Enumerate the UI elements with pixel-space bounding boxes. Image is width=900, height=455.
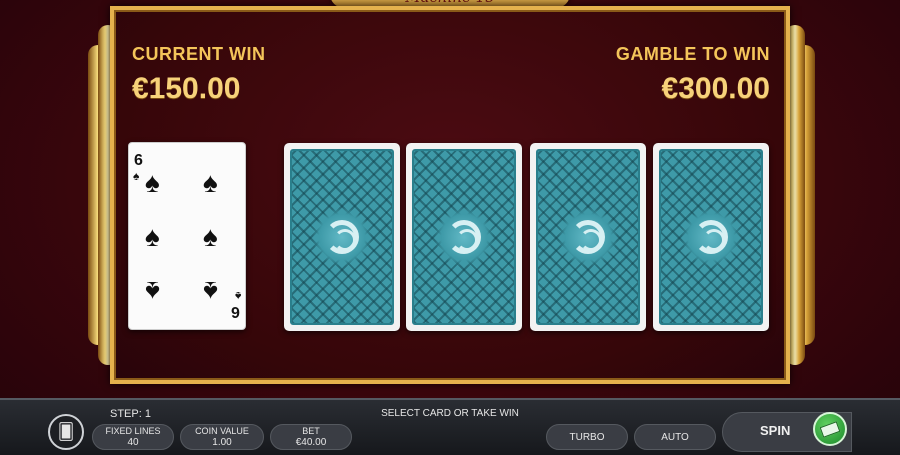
- spade-pip: ♠: [203, 167, 218, 198]
- spade-pip: ♠: [145, 276, 160, 307]
- current-win-label: CURRENT WIN: [132, 44, 266, 64]
- spade-pip: ♠: [203, 221, 218, 252]
- card-rank-bottom: 6: [231, 303, 240, 320]
- gamble-to-win-label: GAMBLE TO WIN: [615, 44, 770, 64]
- coin-value-value: 1.00: [212, 437, 232, 448]
- card-back-1[interactable]: [284, 143, 400, 331]
- spin-label: SPIN: [760, 423, 791, 438]
- card-back-2[interactable]: [406, 143, 522, 331]
- logo-emblem-icon: [559, 208, 617, 266]
- card-suit-bottom: ♠: [234, 289, 241, 303]
- turbo-label: TURBO: [569, 431, 605, 443]
- card-back-3[interactable]: [530, 143, 646, 331]
- coin-value-button[interactable]: COIN VALUE 1.00: [180, 424, 264, 450]
- spade-pip: ♠: [203, 276, 218, 307]
- dealer-card: 6 ♠ ♠ ♠ ♠ ♠ ♠ ♠ ♠ 6: [128, 142, 246, 330]
- auto-button[interactable]: AUTO: [634, 424, 716, 450]
- money-stack-icon[interactable]: [813, 412, 847, 446]
- card-back-pattern: [290, 149, 394, 325]
- card-back-pattern: [536, 149, 640, 325]
- bet-value: €40.00: [295, 437, 327, 448]
- logo-emblem-icon: [682, 208, 740, 266]
- card-suit-top: ♠: [133, 169, 140, 183]
- fixed-lines-label: FIXED LINES: [105, 426, 161, 436]
- card-rank-top: 6: [134, 152, 143, 169]
- gamble-to-win-value: €300.00: [661, 72, 770, 105]
- coin-value-label: COIN VALUE: [195, 426, 249, 436]
- turbo-button[interactable]: TURBO: [546, 424, 628, 450]
- spade-pip: ♠: [145, 167, 160, 198]
- current-win-value: €150.00: [132, 72, 241, 105]
- logo-emblem-icon: [313, 208, 371, 266]
- bet-label: BET: [302, 426, 320, 436]
- fixed-lines-value: 40: [127, 437, 139, 448]
- card-back-4[interactable]: [653, 143, 769, 331]
- auto-label: AUTO: [661, 431, 689, 443]
- spade-pip: ♠: [145, 221, 160, 252]
- fixed-lines-display: FIXED LINES 40: [92, 424, 174, 450]
- bet-button[interactable]: BET €40.00: [270, 424, 352, 450]
- cards-info-icon[interactable]: 🂠: [48, 414, 84, 450]
- card-back-pattern: [659, 149, 763, 325]
- card-back-pattern: [412, 149, 516, 325]
- logo-emblem-icon: [435, 208, 493, 266]
